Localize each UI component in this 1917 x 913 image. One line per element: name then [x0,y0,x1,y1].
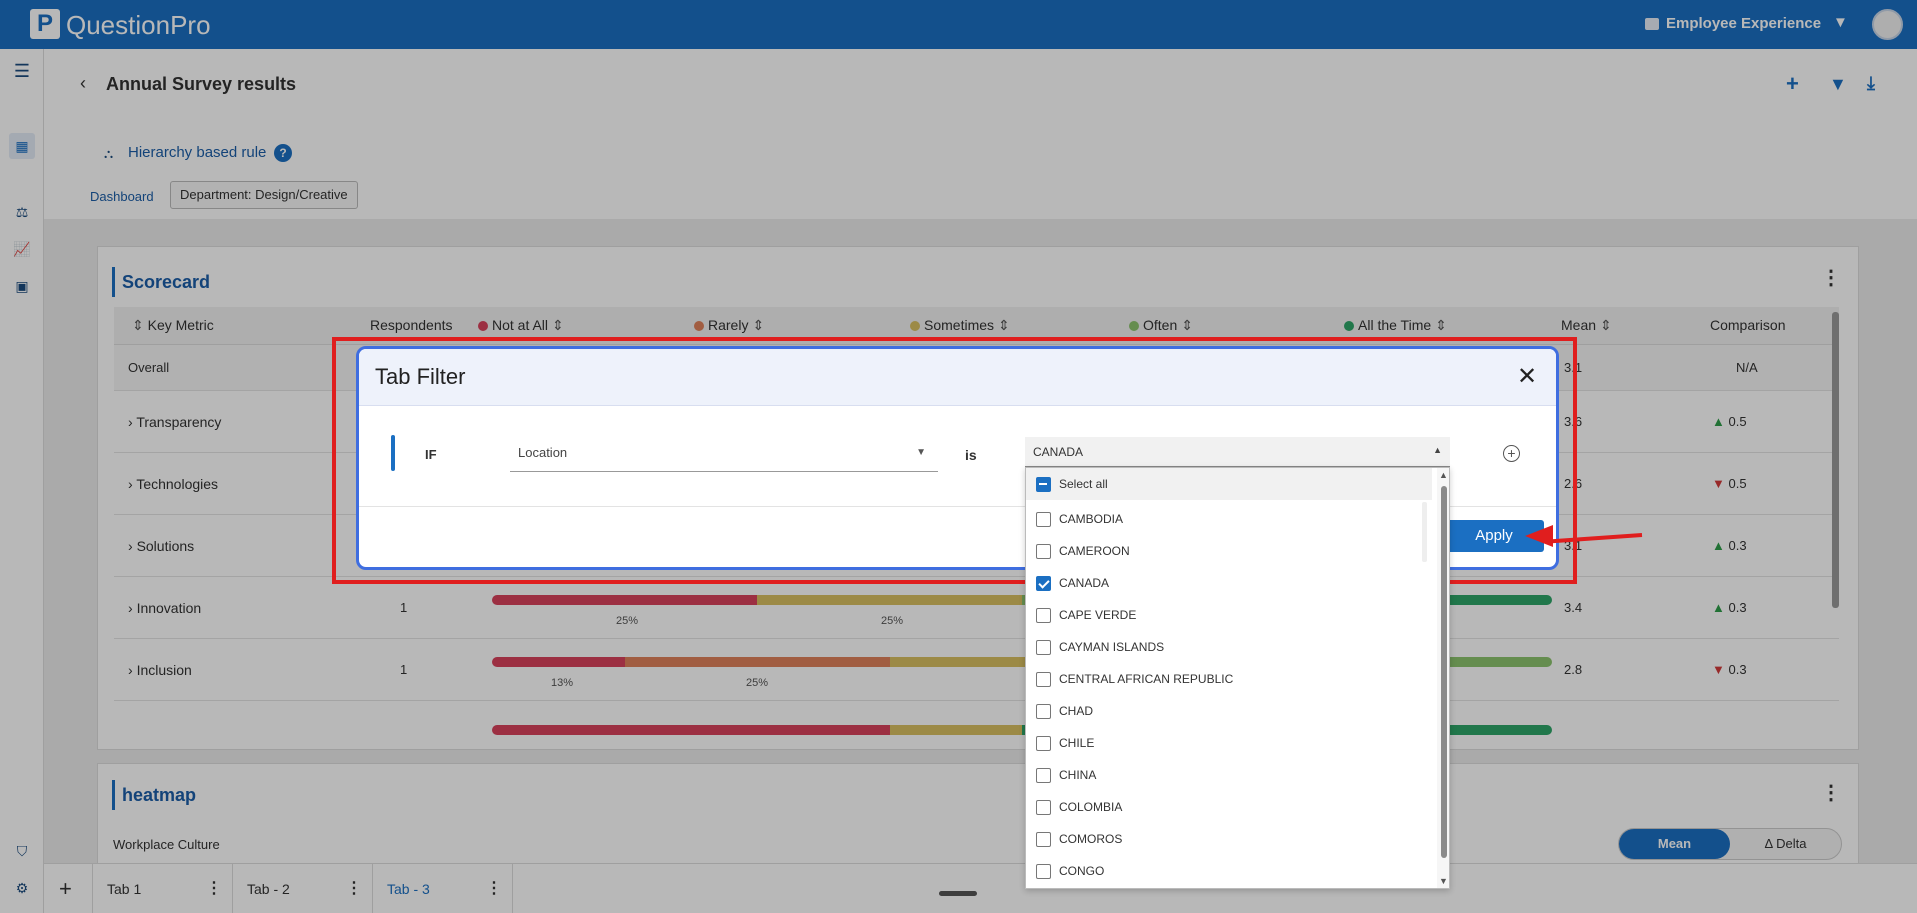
scroll-up-icon[interactable]: ▲ [1439,470,1448,480]
checkbox[interactable] [1036,832,1051,847]
value-select[interactable]: CANADA ▲ [1025,437,1450,467]
checkbox[interactable] [1036,704,1051,719]
inner-scrollbar[interactable] [1422,502,1427,562]
list-item[interactable]: CENTRAL AFRICAN REPUBLIC [1026,663,1432,695]
list-item[interactable]: CAMBODIA [1026,503,1432,535]
checkbox[interactable] [1036,544,1051,559]
scroll-down-icon[interactable]: ▼ [1439,876,1448,886]
list-item[interactable]: CONGO [1026,855,1432,887]
list-item[interactable]: CAMEROON [1026,535,1432,567]
dropdown-scrollbar-thumb[interactable] [1441,486,1447,858]
checkbox[interactable] [1036,672,1051,687]
list-item[interactable]: CHAD [1026,695,1432,727]
list-item[interactable]: CANADA [1026,567,1432,599]
checkbox[interactable] [1036,736,1051,751]
list-item[interactable]: COMOROS [1026,823,1432,855]
list-item[interactable]: COLOMBIA [1026,791,1432,823]
checkbox[interactable] [1036,608,1051,623]
list-item[interactable]: CHILE [1026,727,1432,759]
checkbox[interactable] [1036,800,1051,815]
checkbox[interactable] [1036,640,1051,655]
checkbox[interactable] [1036,864,1051,879]
value-text: CANADA [1033,445,1084,459]
checkbox[interactable] [1036,576,1051,591]
caret-up-icon: ▲ [1433,445,1442,455]
annotation-arrow-head [1525,525,1553,547]
list-item[interactable]: CAYMAN ISLANDS [1026,631,1432,663]
select-all-option[interactable]: Select all [1026,468,1432,500]
value-dropdown-list: Select all CAMBODIA CAMEROON CANADA CAPE… [1025,467,1450,889]
checkbox[interactable] [1036,512,1051,527]
checkbox[interactable] [1036,477,1051,492]
checkbox[interactable] [1036,768,1051,783]
list-item[interactable]: CAPE VERDE [1026,599,1432,631]
list-item[interactable]: CHINA [1026,759,1432,791]
